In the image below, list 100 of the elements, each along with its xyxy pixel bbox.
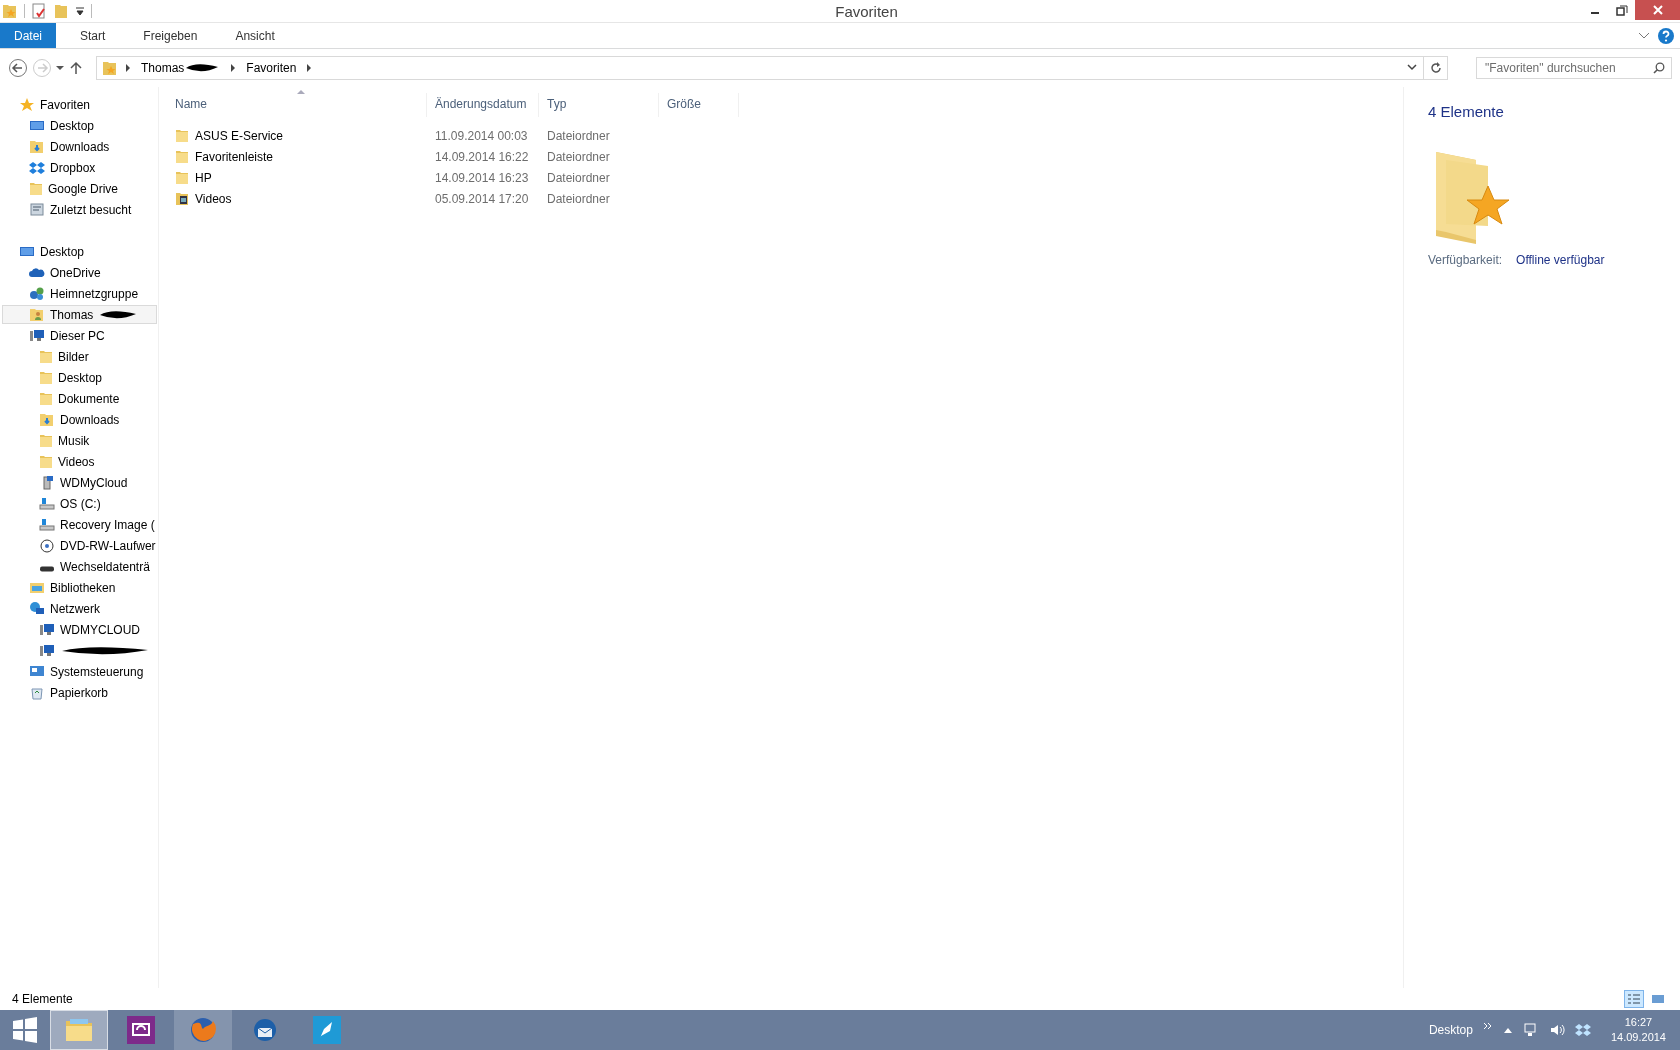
drive-icon	[39, 517, 55, 532]
chevron-icon[interactable]	[1482, 1021, 1493, 1031]
network-icon[interactable]	[1522, 1022, 1539, 1038]
nav-item[interactable]: Heimnetzgruppe	[2, 284, 157, 303]
nav-item[interactable]: Desktop	[2, 242, 157, 261]
folder-icon	[39, 391, 53, 406]
close-button[interactable]	[1635, 0, 1680, 20]
properties-icon[interactable]	[31, 3, 47, 19]
folder-icon	[39, 370, 53, 385]
file-name[interactable]: ASUS E-Service	[195, 128, 284, 143]
nav-item[interactable]: Dokumente	[2, 389, 157, 408]
show-hidden-icons-icon[interactable]	[1502, 1026, 1513, 1034]
user-folder-icon	[29, 307, 45, 322]
computer-icon	[39, 622, 55, 637]
nav-item[interactable]: Systemsteuerung	[2, 662, 157, 681]
nav-label: Desktop	[58, 370, 103, 385]
library-icon	[29, 580, 45, 595]
nav-item[interactable]: Downloads	[2, 137, 157, 156]
table-cell-text: 05.09.2014 17:20	[434, 191, 530, 206]
star-folder-icon[interactable]	[2, 3, 18, 19]
dropbox-icon[interactable]	[1574, 1022, 1591, 1038]
nav-item[interactable]: Netzwerk	[2, 599, 157, 618]
folder-icon	[39, 349, 53, 364]
table-cell-text: Dateiordner	[546, 149, 611, 164]
column-header[interactable]: Änderungsdatum	[427, 93, 539, 117]
nav-item[interactable]: Wechseldatenträ	[2, 557, 157, 576]
wireless-display-icon	[126, 1016, 156, 1044]
nav-item[interactable]: DVD-RW-Laufwer	[2, 536, 157, 555]
clock[interactable]: 16:27 14.09.2014	[1610, 1015, 1666, 1045]
breadcrumb[interactable]: Thomas	[137, 61, 225, 75]
nav-item[interactable]: Desktop	[2, 368, 157, 387]
monitor-icon	[19, 244, 35, 259]
nav-item[interactable]: Favoriten	[2, 95, 157, 114]
network-icon	[29, 601, 45, 616]
close-icon	[1651, 4, 1664, 16]
nav-label: Downloads	[60, 412, 120, 427]
dropdown-icon[interactable]	[75, 6, 85, 16]
nav-item[interactable]: Thomas	[2, 305, 157, 324]
nav-item[interactable]: Musik	[2, 431, 157, 450]
nav-item[interactable]: OneDrive	[2, 263, 157, 282]
nav-item[interactable]: Zuletzt besucht	[2, 200, 157, 219]
toolbar-label[interactable]: Desktop	[1428, 1023, 1473, 1037]
file-name[interactable]: HP	[195, 170, 212, 185]
computer-icon	[29, 328, 45, 343]
nav-label: Musik	[58, 433, 90, 448]
nav-item[interactable]: Dropbox	[2, 158, 157, 177]
nav-item[interactable]: Downloads	[2, 410, 157, 429]
nav-item[interactable]: Desktop	[2, 116, 157, 135]
status-text: 4 Elemente	[12, 992, 73, 1006]
download-folder-icon	[39, 412, 55, 427]
nav-item[interactable]: Recovery Image (	[2, 515, 157, 534]
nav-item[interactable]: Bilder	[2, 347, 157, 366]
folder-icon	[175, 128, 189, 143]
recent-locations-button[interactable]	[56, 66, 64, 70]
folder-icon	[175, 149, 189, 164]
globe-icon	[188, 1016, 218, 1044]
table-cell-text: Dateiordner	[546, 191, 611, 206]
help-icon[interactable]	[1658, 27, 1674, 44]
property-value: Offline verfügbar	[1516, 253, 1605, 267]
drive-icon	[39, 496, 55, 511]
table-cell-text: 11.09.2014 00:03	[434, 128, 529, 143]
nav-item[interactable]: Dieser PC	[2, 326, 157, 345]
windows-logo-icon	[12, 1017, 38, 1043]
column-header[interactable]: Name	[167, 93, 427, 117]
nav-item[interactable]: Google Drive	[2, 179, 157, 198]
sort-arrow-icon	[296, 89, 305, 94]
nav-label: Papierkorb	[50, 685, 109, 700]
nav-label: Desktop	[40, 244, 85, 259]
search-box[interactable]: "Favoriten" durchsuchen	[1476, 57, 1672, 79]
breadcrumb[interactable]: Favoriten	[242, 61, 301, 75]
nav-label: DVD-RW-Laufwer	[60, 538, 156, 553]
up-button[interactable]	[68, 60, 84, 76]
expand-ribbon-icon[interactable]	[1638, 31, 1650, 40]
nav-item[interactable]: Bibliotheken	[2, 578, 157, 597]
chevron-down-icon	[1407, 64, 1417, 72]
refresh-icon	[1430, 62, 1441, 74]
video-folder-icon	[175, 191, 189, 206]
column-header[interactable]: Typ	[539, 93, 659, 117]
cloud-icon	[29, 265, 45, 280]
nav-item[interactable]: WDMyCloud	[2, 473, 157, 492]
nav-item[interactable]: Videos	[2, 452, 157, 471]
nav-label: Dropbox	[50, 160, 96, 175]
nav-item[interactable]: OS (C:)	[2, 494, 157, 513]
star-icon	[19, 97, 35, 112]
search-icon[interactable]	[1653, 62, 1665, 74]
back-button[interactable]	[8, 58, 28, 78]
file-name[interactable]: Favoritenleiste	[195, 149, 274, 164]
up-arrow-icon	[68, 60, 84, 76]
column-header[interactable]: Größe	[659, 93, 739, 117]
chevron-icon[interactable]	[123, 63, 133, 73]
nav-item[interactable]: WDMYCLOUD	[2, 620, 157, 639]
nav-item[interactable]: Papierkorb	[2, 683, 157, 702]
file-name[interactable]: Videos	[195, 191, 232, 206]
volume-icon[interactable]	[1548, 1022, 1565, 1038]
file-menu-button[interactable]: Datei	[0, 23, 56, 48]
ribbon-tab[interactable]: Start	[64, 23, 122, 48]
ribbon-tab[interactable]: Freigeben	[127, 23, 214, 48]
nav-label: Videos	[58, 454, 95, 469]
details-view-button[interactable]	[1624, 990, 1644, 1008]
ribbon-tab[interactable]: Ansicht	[219, 23, 291, 48]
